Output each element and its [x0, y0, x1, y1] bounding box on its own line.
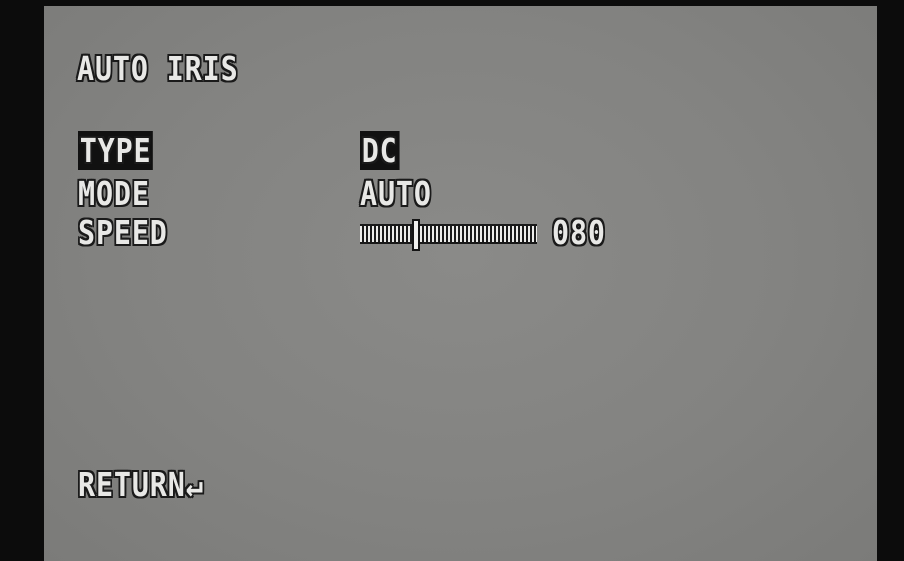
menu-item-speed[interactable]: SPEED: [78, 216, 168, 249]
menu-title: AUTO IRIS: [77, 49, 239, 88]
enter-arrow-icon: ↵: [185, 465, 204, 504]
speed-slider-thumb[interactable]: [411, 219, 420, 251]
menu-item-type[interactable]: TYPE: [78, 131, 154, 170]
type-value[interactable]: DC: [360, 131, 400, 170]
type-value-text: DC: [360, 131, 400, 170]
speed-slider[interactable]: [360, 219, 537, 251]
return-button[interactable]: RETURN↵: [78, 468, 204, 501]
mode-value[interactable]: AUTO: [360, 177, 432, 210]
menu-item-type-label: TYPE: [78, 131, 154, 170]
speed-slider-track: [360, 224, 537, 244]
return-label: RETURN: [78, 465, 186, 504]
speed-value: 080: [552, 213, 606, 252]
osd-screen: AUTO IRIS TYPE DC MODE AUTO SPEED 080 RE…: [44, 6, 877, 561]
menu-item-mode[interactable]: MODE: [78, 177, 150, 210]
